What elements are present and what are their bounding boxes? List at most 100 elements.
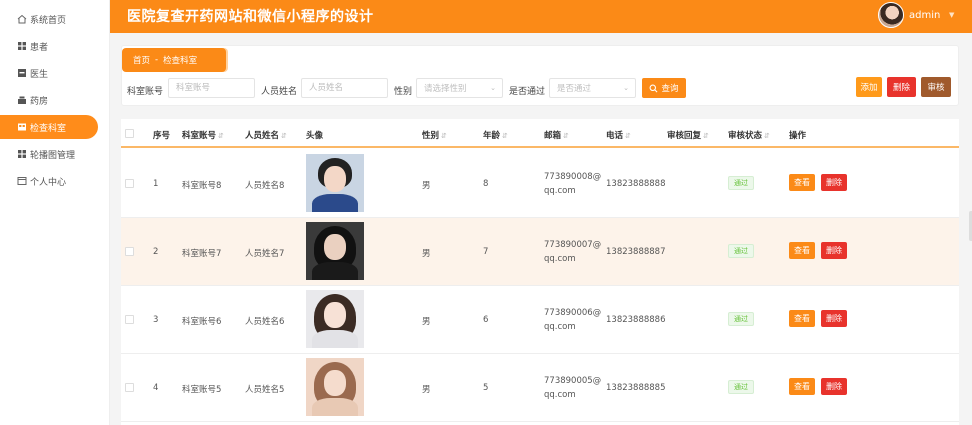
sort-icon[interactable]: ⇵ [625,132,631,140]
header-status[interactable]: 审核状态 ⇵ [728,129,770,141]
sidebar-item-carousel[interactable]: 轮播图管理 [0,142,98,166]
sidebar-item-label: 个人中心 [30,177,67,188]
sidebar-item-pharmacy[interactable]: 药房 [0,88,98,112]
cell-account: 科室账号7 [182,249,222,259]
header-age[interactable]: 年龄 ⇵ [483,129,508,141]
header-actions: 操作 [789,131,807,141]
header-account-label: 科室账号 [182,131,217,141]
sidebar-item-profile[interactable]: 个人中心 [0,169,98,193]
sidebar-item-patients[interactable]: 患者 [0,34,98,58]
sidebar-item-label: 患者 [30,42,49,53]
top-header: 医院复查开药网站和微信小程序的设计 admin ▼ [110,0,972,33]
view-button[interactable]: 查看 [789,242,815,259]
header-age-label: 年龄 [483,131,501,141]
search-button[interactable]: 查询 [642,78,686,98]
sort-icon[interactable]: ⇵ [703,132,709,140]
gender-select[interactable]: 请选择性别 ⌄ [416,78,503,98]
sort-icon[interactable]: ⇵ [563,132,569,140]
row-checkbox[interactable] [125,315,134,324]
header-phone[interactable]: 电话 ⇵ [606,129,631,141]
cell-name: 人员姓名7 [245,249,285,259]
cell-age: 7 [483,247,489,257]
name-search-input[interactable] [301,78,388,98]
delete-button[interactable]: 删除 [821,242,847,259]
sidebar-item-department[interactable]: 检查科室 [0,115,98,139]
sort-icon[interactable]: ⇵ [502,132,508,140]
cell-phone: 13823888887 [606,247,666,257]
cell-phone: 13823888886 [606,315,666,325]
caret-down-icon[interactable]: ▼ [949,11,954,19]
header-status-label: 审核状态 [728,131,763,141]
sort-icon[interactable]: ⇵ [764,132,770,140]
breadcrumb-separator: - [155,55,159,65]
cell-gender: 男 [422,249,431,259]
row-checkbox[interactable] [125,383,134,392]
chevron-down-icon: ⌄ [623,84,629,92]
cell-gender: 男 [422,181,431,191]
sort-icon[interactable]: ⇵ [218,132,224,140]
delete-button[interactable]: 删除 [821,174,847,191]
header-name[interactable]: 人员姓名 ⇵ [245,129,287,141]
table-row: 1 科室账号8 人员姓名8 男 8 773890008@qq.com 13823… [121,150,959,218]
app-title: 医院复查开药网站和微信小程序的设计 [127,9,374,25]
sidebar-item-label: 医生 [30,69,49,80]
passed-label: 是否通过 [509,87,546,97]
view-button[interactable]: 查看 [789,174,815,191]
pharmacy-icon [17,95,27,105]
sidebar-item-label: 药房 [30,96,49,107]
grid-icon [17,41,27,51]
audit-button[interactable]: 审核 [921,77,951,97]
sidebar-item-label: 系统首页 [30,15,67,26]
user-avatar[interactable] [878,2,904,28]
sort-icon[interactable]: ⇵ [441,132,447,140]
cell-email: 773890008@qq.com [544,172,602,196]
table-row: 4 科室账号5 人员姓名5 男 5 773890005@qq.com 13823… [121,354,959,422]
add-button[interactable]: 添加 [856,77,882,97]
passed-select[interactable]: 是否通过 ⌄ [549,78,636,98]
sort-icon[interactable]: ⇵ [281,132,287,140]
sidebar-item-home[interactable]: 系统首页 [0,7,98,31]
cell-account: 科室账号8 [182,181,222,191]
select-all-checkbox[interactable] [125,129,134,138]
account-search-input[interactable] [168,78,255,98]
avatar-photo-icon[interactable] [306,290,364,348]
passed-select-placeholder: 是否通过 [557,84,592,94]
cell-age: 5 [483,383,489,393]
avatar-photo-icon[interactable] [306,222,364,280]
header-account[interactable]: 科室账号 ⇵ [182,129,224,141]
table-header: 序号 科室账号 ⇵ 人员姓名 ⇵ 头像 性别 ⇵ 年龄 ⇵ 邮箱 ⇵ 电话 ⇵ 审核回复 ⇵ … [121,119,959,148]
cell-name: 人员姓名6 [245,317,285,327]
delete-button[interactable]: 删除 [821,310,847,327]
gender-select-placeholder: 请选择性别 [424,84,467,94]
header-gender[interactable]: 性别 ⇵ [422,129,447,141]
user-name[interactable]: admin [909,10,940,21]
header-email-label: 邮箱 [544,131,562,141]
cell-gender: 男 [422,317,431,327]
cell-email: 773890007@qq.com [544,240,602,264]
sidebar-item-label: 检查科室 [30,123,67,134]
header-reply[interactable]: 审核回复 ⇵ [667,129,709,141]
avatar-photo-icon[interactable] [306,154,364,212]
sidebar: 系统首页 患者 医生 药房 检查科室 轮播图管理 个人中心 [0,0,110,425]
sidebar-item-doctors[interactable]: 医生 [0,61,98,85]
header-index: 序号 [153,131,171,141]
sidebar-item-label: 轮播图管理 [30,150,76,161]
breadcrumb-home[interactable]: 首页 [133,54,150,66]
view-button[interactable]: 查看 [789,310,815,327]
bulk-delete-button[interactable]: 删除 [887,77,916,97]
avatar-photo-icon[interactable] [306,358,364,416]
department-icon [17,122,27,132]
cell-gender: 男 [422,385,431,395]
row-checkbox[interactable] [125,247,134,256]
profile-icon [17,176,27,186]
cell-name: 人员姓名8 [245,181,285,191]
delete-button[interactable]: 删除 [821,378,847,395]
cell-age: 8 [483,179,489,189]
header-name-label: 人员姓名 [245,131,280,141]
header-email[interactable]: 邮箱 ⇵ [544,129,569,141]
cell-index: 1 [153,179,159,189]
view-button[interactable]: 查看 [789,378,815,395]
home-icon [17,14,27,24]
row-checkbox[interactable] [125,179,134,188]
cell-index: 2 [153,247,159,257]
